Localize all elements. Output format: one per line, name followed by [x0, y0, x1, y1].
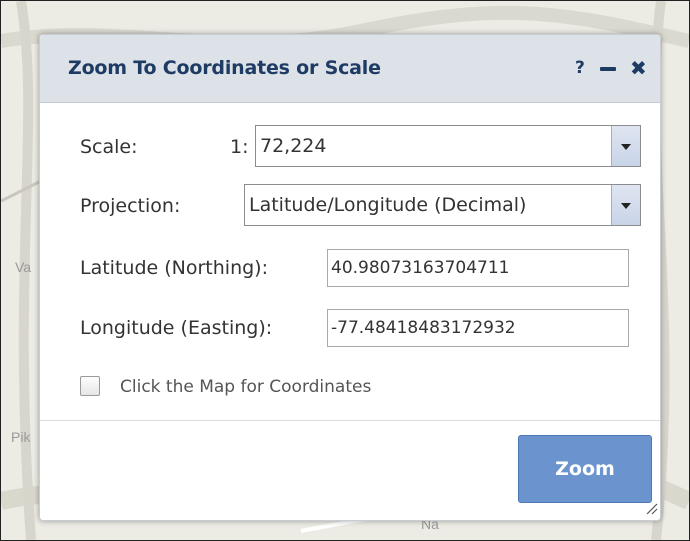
minimize-icon[interactable] — [600, 67, 616, 71]
dialog-title-bar[interactable]: Zoom To Coordinates or Scale ? ✖ — [40, 35, 660, 103]
map-click-label[interactable]: Click the Map for Coordinates — [120, 377, 371, 397]
latitude-input[interactable] — [327, 249, 629, 287]
scale-prefix: 1: — [230, 136, 249, 158]
map-road-label: Va — [15, 259, 32, 275]
dropdown-arrow-icon — [621, 203, 631, 209]
resize-grip-icon[interactable] — [644, 501, 658, 515]
projection-value: Latitude/Longitude (Decimal) — [249, 194, 527, 216]
scale-select[interactable]: 72,224 — [255, 125, 641, 167]
projection-dropdown-button[interactable] — [611, 185, 640, 225]
projection-select[interactable]: Latitude/Longitude (Decimal) — [244, 184, 641, 226]
close-icon[interactable]: ✖ — [630, 56, 647, 80]
dropdown-arrow-icon — [621, 144, 631, 150]
scale-dropdown-button[interactable] — [611, 126, 640, 166]
longitude-label: Longitude (Easting): — [80, 317, 273, 339]
dialog-title: Zoom To Coordinates or Scale — [68, 57, 381, 79]
zoom-dialog: Zoom To Coordinates or Scale ? ✖ Scale: … — [39, 34, 661, 521]
map-road-label: Pik — [11, 429, 31, 445]
map-click-checkbox[interactable] — [80, 376, 100, 396]
help-icon[interactable]: ? — [575, 58, 585, 78]
divider — [40, 420, 660, 421]
screenshot-frame: Va Pik Na Zoom To Coordinates or Scale ?… — [0, 0, 690, 541]
scale-value: 72,224 — [260, 135, 327, 157]
latitude-label: Latitude (Northing): — [80, 257, 268, 279]
projection-label: Projection: — [80, 195, 181, 217]
scale-label: Scale: — [80, 136, 138, 158]
zoom-button[interactable]: Zoom — [518, 435, 652, 503]
longitude-input[interactable] — [327, 309, 629, 347]
